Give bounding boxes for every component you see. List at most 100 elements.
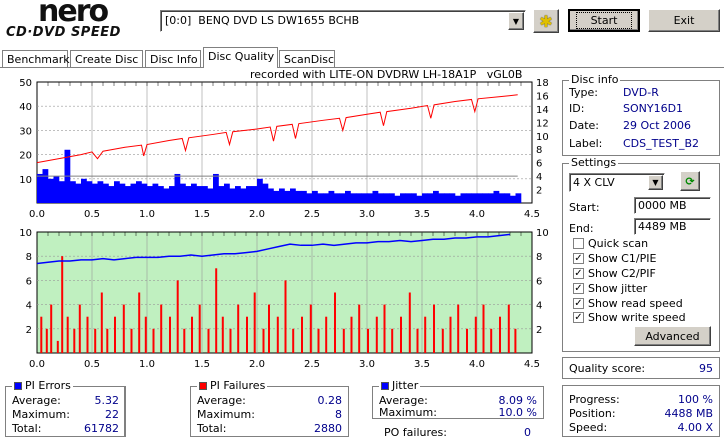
show-c1-pie-checkbox[interactable]: ✓ Show C1/PIE <box>573 252 656 265</box>
pi-failure-bar <box>191 316 193 353</box>
pi-failure-bar <box>449 316 452 353</box>
pi-error-bar <box>301 190 307 203</box>
quick-scan-checkbox[interactable]: Quick scan <box>573 237 648 250</box>
drive-dropdown-arrow[interactable]: ▼ <box>508 12 524 30</box>
pi-error-bar <box>92 183 98 203</box>
pi-errors-title: PI Errors <box>25 379 71 392</box>
bottom-chart-x-tick-label: 2.5 <box>304 359 320 370</box>
pi-error-bar <box>312 190 318 203</box>
pi-error-bar <box>229 188 236 203</box>
checkbox-box[interactable]: ✓ <box>573 268 584 279</box>
pi-failure-bar <box>416 328 419 353</box>
speed-dropdown-arrow[interactable]: ▼ <box>648 175 663 190</box>
checkbox-box[interactable] <box>573 238 584 249</box>
tab-create-disc[interactable]: Create Disc <box>70 50 143 68</box>
top-chart-x-tick-label: 0.0 <box>29 209 45 220</box>
pi-failure-bar <box>169 316 171 353</box>
date-label: Date: <box>569 119 599 132</box>
label: Maximum: <box>197 408 255 421</box>
show-write-speed-checkbox[interactable]: ✓ Show write speed <box>573 311 686 324</box>
pi-failure-bar <box>221 316 224 353</box>
disc-quality-charts: 10 20 30 40 50 2 4 6 8 10 12 14 16 18 0.0 0.5 1.0 1.5 2.0 2… <box>19 78 548 370</box>
checkbox-box[interactable]: ✓ <box>573 312 584 323</box>
start-button[interactable]: Start <box>568 9 640 32</box>
pi-failure-bar <box>358 304 361 353</box>
speed-select[interactable]: 4 X CLV ▼ <box>569 173 665 192</box>
pi-failure-bar <box>325 316 328 353</box>
pi-error-bar <box>455 195 461 203</box>
pi-failure-bar <box>215 268 218 353</box>
gear-wrench-icon: ✱ <box>539 11 553 31</box>
pi-error-bar <box>367 193 373 203</box>
checkbox-label: Show jitter <box>588 282 648 295</box>
pi-errors-stats: PI Errors Average: 5.32 Maximum: 22 Total:… <box>5 379 126 437</box>
top-chart-y-tick-label: 40 <box>19 102 32 113</box>
settings-icon-button[interactable]: ✱ <box>533 9 559 33</box>
bottom-chart-x-tick-label: 4.5 <box>524 359 540 370</box>
refresh-button[interactable]: ⟳ <box>680 171 700 191</box>
disc-label-value: CDS_TEST_B2 <box>623 137 700 150</box>
bottom-chart-x-tick-label: 3.5 <box>414 359 430 370</box>
pi-failure-bar <box>457 304 460 353</box>
tab-scandisc[interactable]: ScanDisc <box>279 50 335 68</box>
pi-failure-bar <box>284 280 287 353</box>
bottom-chart-x-tick-label: 0.0 <box>29 359 45 370</box>
pi-error-bar <box>515 193 522 203</box>
pi-error-bar <box>372 190 379 203</box>
disc-label-label: Label: <box>569 137 603 150</box>
pi-error-bar <box>213 173 219 203</box>
pi-error-bar <box>460 193 467 203</box>
advanced-button[interactable]: Advanced <box>634 326 711 346</box>
show-c2-pif-checkbox[interactable]: ✓ Show C2/PIF <box>573 267 656 280</box>
pi-error-bar <box>218 186 225 203</box>
pi-errors-maximum: 22 <box>105 408 119 421</box>
checkbox-box[interactable]: ✓ <box>573 298 584 309</box>
drive-select[interactable]: [0:0] BENQ DVD LS DW1655 BCHB ▼ <box>160 10 526 32</box>
position-value: 4488 MB <box>664 407 713 420</box>
pi-error-bar <box>422 193 428 203</box>
pi-error-bar <box>119 183 126 203</box>
bottom-chart-y-tick-label: 8 <box>26 252 32 263</box>
pi-failure-bar <box>317 328 320 353</box>
bottom-chart-y-tick-label: 2 <box>26 325 32 336</box>
quality-score-value: 95 <box>699 362 713 375</box>
checkbox-box[interactable]: ✓ <box>573 253 584 264</box>
start-input[interactable]: 0000 MB <box>634 197 711 214</box>
checkbox-label: Show C2/PIF <box>588 267 656 280</box>
top-chart-x-tick-label: 4.0 <box>469 209 485 220</box>
pi-failure-bar <box>507 304 510 353</box>
show-read-speed-checkbox[interactable]: ✓ Show read speed <box>573 297 683 310</box>
pi-error-bar <box>163 188 170 203</box>
drive-select-value: [0:0] BENQ DVD LS DW1655 BCHB <box>165 14 360 27</box>
pi-error-bar <box>350 193 357 203</box>
tab-disc-quality[interactable]: Disc Quality <box>203 47 278 68</box>
show-jitter-checkbox[interactable]: ✓ Show jitter <box>573 282 647 295</box>
pi-error-bar <box>306 193 313 203</box>
pi-failure-bar <box>78 304 81 353</box>
pi-failure-bar <box>391 328 394 353</box>
tab-disc-info[interactable]: Disc Info <box>145 50 201 68</box>
pi-error-bar <box>251 186 258 203</box>
pi-error-bar <box>152 183 159 203</box>
pi-failure-bar <box>229 328 232 353</box>
id-label: ID: <box>569 102 585 115</box>
pi-error-bar <box>466 193 472 203</box>
po-failures-label: PO failures: <box>384 426 447 439</box>
pi-error-bar <box>504 193 511 203</box>
progress-label: Progress: <box>569 393 620 406</box>
exit-button[interactable]: Exit <box>648 9 720 32</box>
pi-failure-bar <box>176 280 179 353</box>
pi-error-bar <box>339 193 346 203</box>
pi-error-bar <box>257 178 263 203</box>
checkbox-box[interactable]: ✓ <box>573 283 584 294</box>
pi-error-bar <box>136 181 142 203</box>
tab-benchmark[interactable]: Benchmark <box>2 50 70 68</box>
label: Average: <box>197 394 246 407</box>
top-chart-x-tick-label: 3.5 <box>414 209 430 220</box>
pi-failure-bar <box>400 316 402 353</box>
end-input[interactable]: 4489 MB <box>634 218 711 235</box>
pi-error-bar <box>185 186 192 203</box>
pi-error-bar <box>246 186 252 203</box>
pi-failure-bar <box>276 316 279 353</box>
pi-error-bar <box>59 181 65 203</box>
